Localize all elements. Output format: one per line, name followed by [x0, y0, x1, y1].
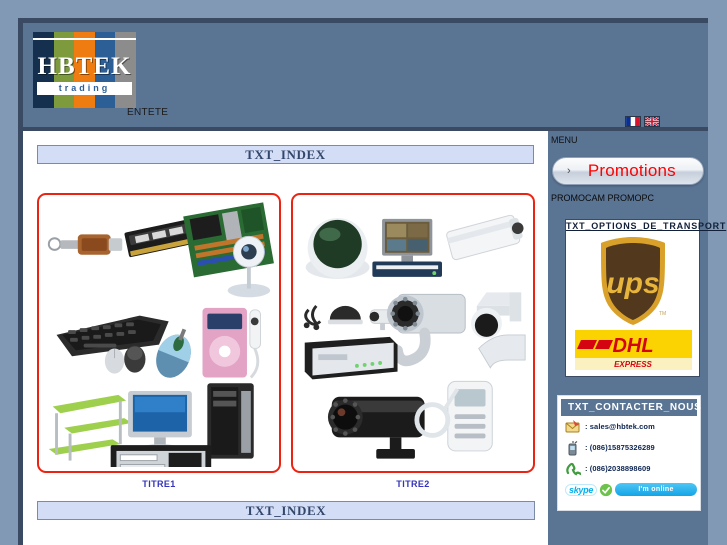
menu-label: MENU	[551, 135, 578, 145]
black-bullet-camera	[327, 396, 425, 459]
contact-row-mobile[interactable]: : (086)15875326289	[561, 437, 697, 458]
contact-box-title: TXT_CONTACTER_NOUS	[561, 399, 701, 416]
main-content: TXT_INDEX TITRE1 TITRE2 TXT_INDEX	[23, 131, 548, 545]
skype-online-button[interactable]: I'm online	[615, 483, 697, 496]
mp3-player	[202, 307, 247, 378]
skype-status-row[interactable]: skype I'm online	[561, 481, 697, 498]
dvr-unit	[304, 336, 398, 380]
contact-row-email[interactable]: : sales@hbtek.com	[561, 416, 697, 437]
promotions-button[interactable]: › Promotions	[552, 157, 704, 185]
motherboard	[183, 202, 274, 278]
index-title-top: TXT_INDEX	[37, 145, 534, 164]
svg-text:DHL: DHL	[612, 335, 653, 357]
product-card-2-image	[297, 199, 529, 467]
desktop-pc	[110, 445, 212, 471]
contact-mobile-text: : (086)15875326289	[585, 443, 655, 452]
tower-pc	[207, 383, 254, 459]
flag-fr-icon[interactable]	[625, 116, 641, 127]
telephone-icon	[566, 462, 581, 475]
camera-housing	[446, 214, 524, 261]
product-card-1-title: TITRE1	[142, 479, 176, 489]
svg-text:TM: TM	[659, 311, 666, 317]
product-card-2[interactable]	[291, 193, 535, 473]
mouse-gray	[104, 348, 125, 374]
logo-stripe-navy	[33, 32, 54, 108]
contact-email-text: : sales@hbtek.com	[585, 422, 655, 431]
contact-phone-text: : (086)2038898609	[585, 464, 651, 473]
product-card-list	[37, 193, 535, 473]
dvr-and-monitor	[372, 218, 442, 277]
ups-logo[interactable]: ups TM	[597, 235, 669, 327]
logo-stripe-green	[53, 32, 75, 108]
online-check-icon	[599, 483, 613, 496]
product-card-1-image	[43, 199, 275, 471]
dhl-logo[interactable]: DHL EXPRESS	[575, 330, 692, 370]
logo-stripe-blue	[94, 32, 116, 108]
logo-stripe-gray	[115, 32, 136, 108]
logo-stripe-orange	[74, 32, 95, 108]
contact-box: TXT_CONTACTER_NOUS : sales@hbtek.com : (…	[557, 395, 701, 511]
card-title-row: TITRE1 TITRE2	[37, 479, 535, 489]
product-card-2-title: TITRE2	[396, 479, 430, 489]
email-icon	[565, 419, 580, 432]
alarm-panel	[414, 380, 493, 452]
usb-key	[47, 234, 123, 255]
right-sidebar: MENU › Promotions PROMOCAM PROMOPC TXT_O…	[548, 131, 727, 545]
flag-en-icon[interactable]	[644, 116, 660, 127]
accessories	[303, 304, 322, 331]
site-header: HBTEK trading ENTETE	[23, 23, 708, 127]
page-root: HBTEK trading ENTETE TXT_INDEX TITRE1 TI…	[0, 0, 727, 545]
promotions-button-label: Promotions	[587, 161, 676, 180]
lcd-monitor	[128, 391, 192, 454]
index-title-bottom: TXT_INDEX	[37, 501, 535, 520]
product-card-1[interactable]	[37, 193, 281, 473]
mini-dome-camera	[327, 305, 363, 325]
mouse-dark	[124, 345, 146, 373]
dome-camera	[305, 217, 370, 279]
site-logo[interactable]: HBTEK trading	[33, 32, 136, 108]
svg-text:EXPRESS: EXPRESS	[614, 360, 652, 369]
transport-options-box: TXT_OPTIONS_DE_TRANSPORT ups TM DHL EXPR…	[565, 219, 727, 377]
svg-text:ups: ups	[606, 267, 659, 300]
ir-bullet-camera	[386, 293, 466, 367]
ptz-speed-dome	[471, 292, 522, 339]
earphones	[249, 309, 261, 379]
logo-tagline: trading	[37, 82, 132, 95]
language-switcher[interactable]	[625, 116, 660, 127]
mobile-phone-icon	[568, 440, 578, 455]
transport-options-title: TXT_OPTIONS_DE_TRANSPORT	[566, 221, 727, 231]
entete-label: ENTETE	[127, 107, 169, 118]
contact-row-phone[interactable]: : (086)2038898609	[561, 458, 697, 479]
promo-links[interactable]: PROMOCAM PROMOPC	[551, 193, 654, 203]
skype-icon: skype	[565, 483, 598, 496]
wall-bracket	[478, 334, 526, 369]
